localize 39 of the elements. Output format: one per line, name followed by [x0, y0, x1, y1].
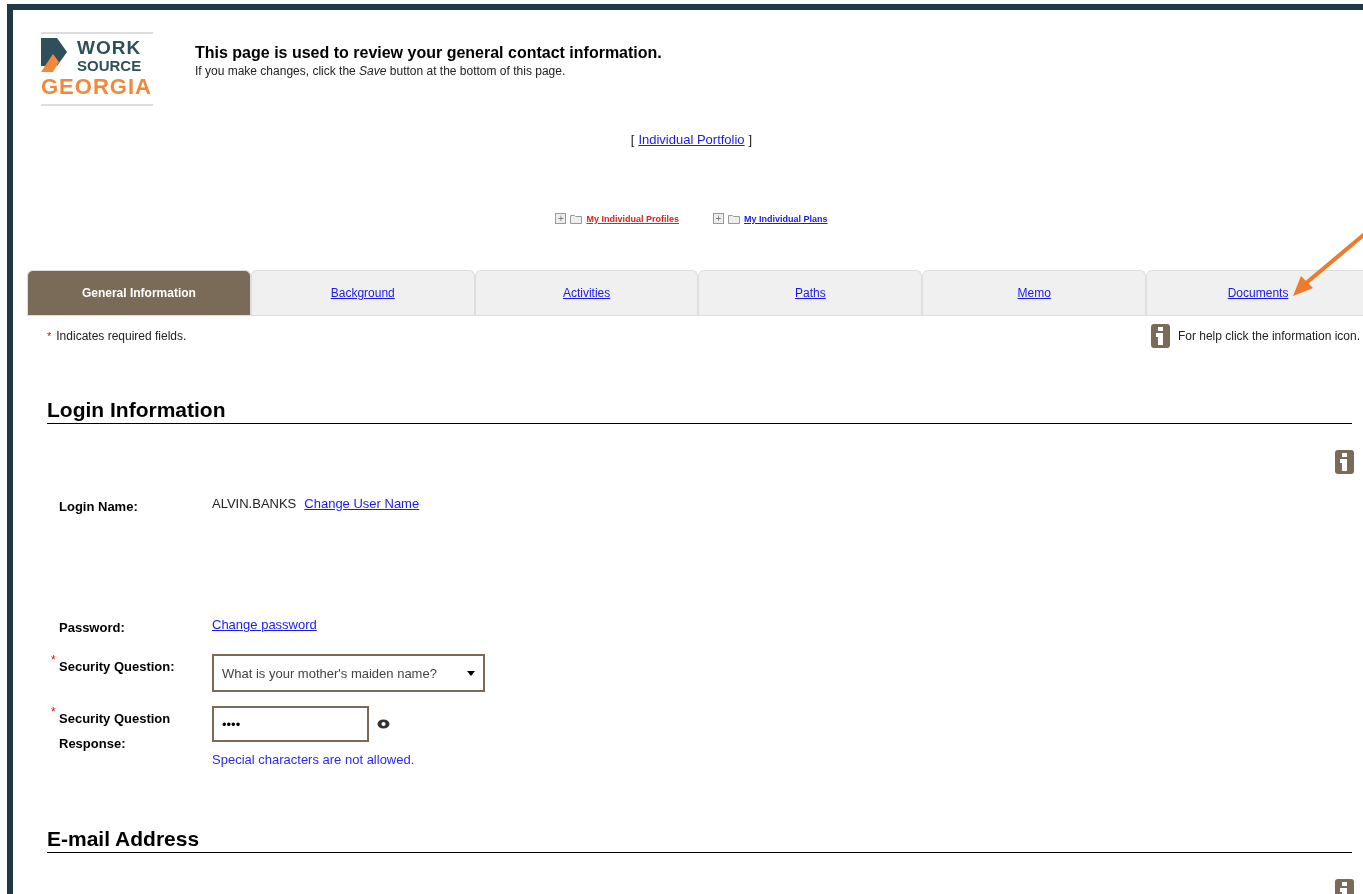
tab[interactable]: Paths: [698, 270, 923, 315]
required-note: Indicates required fields.: [56, 329, 187, 343]
tab[interactable]: Background: [250, 270, 475, 315]
response-field[interactable]: ••••: [212, 706, 369, 742]
section-title: E-mail Address: [47, 827, 1352, 853]
bracket: [: [630, 132, 635, 147]
tab[interactable]: General Information: [27, 270, 251, 315]
expand-toggle[interactable]: +: [713, 213, 724, 224]
page-subtitle: If you make changes, click the Save button at the bottom of this page.: [195, 64, 567, 78]
required-mark: *: [51, 706, 57, 718]
portfolio-link[interactable]: Individual Portfolio: [638, 132, 745, 147]
expand-toggle[interactable]: +: [555, 213, 567, 224]
page-title: This page is used to review your general contact information.: [195, 44, 662, 62]
field-label: Security Question:: [59, 658, 175, 676]
help-note: For help click the information icon.: [1177, 329, 1360, 343]
field-label: Password:: [59, 619, 125, 637]
hint-text: Special characters are not allowed.: [212, 752, 416, 767]
folder-icon: [570, 213, 583, 224]
tree-link[interactable]: My Individual Profiles: [586, 213, 679, 224]
section-title: Login Information: [47, 398, 1352, 424]
folder-icon: [728, 213, 740, 224]
required-mark: *: [47, 330, 52, 342]
field-label: Security Question Response:: [59, 710, 172, 753]
tab[interactable]: Documents: [1146, 270, 1363, 315]
change-link[interactable]: Change password: [212, 615, 317, 635]
logo: WORK SOURCE GEORGIA: [41, 32, 153, 106]
eye-icon[interactable]: [377, 719, 390, 729]
tree-link[interactable]: My Individual Plans: [744, 213, 828, 224]
information-icon[interactable]: [1150, 324, 1170, 348]
caret-icon: [467, 670, 475, 676]
field-value: ALVIN.BANKS: [212, 495, 297, 513]
bracket: ]: [748, 132, 753, 147]
required-mark: *: [51, 654, 57, 666]
security-question-select[interactable]: What is your mother's maiden name?: [212, 654, 485, 692]
information-icon[interactable]: [1335, 450, 1354, 474]
tab[interactable]: Memo: [922, 270, 1147, 315]
change-link[interactable]: Change User Name: [304, 494, 420, 514]
tab[interactable]: Activities: [474, 270, 699, 315]
field-label: Login Name:: [59, 498, 138, 516]
